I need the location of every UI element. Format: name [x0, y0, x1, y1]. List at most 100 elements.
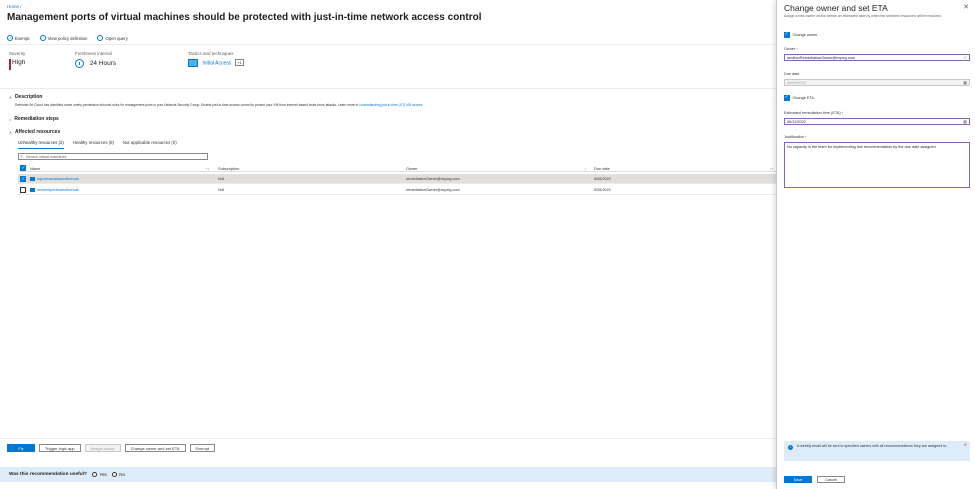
change-owner-eta-button[interactable]: Change owner and set ETA	[124, 444, 186, 452]
severity-value: High	[12, 59, 26, 66]
description-text: Defender for Cloud has identified some o…	[15, 103, 422, 107]
breadcrumb[interactable]: Home /	[7, 4, 22, 9]
tab-unhealthy[interactable]: Unhealthy resources (2)	[18, 140, 64, 149]
required-marker: *	[803, 135, 807, 139]
col-owner-header[interactable]: Owner	[406, 166, 417, 171]
row-subscription: N/A	[218, 176, 225, 181]
change-eta-checkbox[interactable]: Change ETA	[784, 94, 814, 101]
panel-actions: Save Cancel	[784, 476, 845, 483]
sort-icon[interactable]: ↑↓	[770, 166, 774, 171]
row-due-date: 5/26/2022	[594, 176, 611, 181]
required-marker: *	[840, 111, 844, 115]
row-due-date: 5/26/2022	[594, 187, 611, 192]
affected-section-header[interactable]: ∧ Affected resources	[9, 129, 60, 135]
col-subscription-header[interactable]: Subscription	[218, 166, 239, 171]
description-section-header[interactable]: ∧ Description	[9, 94, 42, 100]
checkbox-checked-icon	[784, 31, 790, 38]
calendar-icon[interactable]: ▦	[963, 119, 967, 124]
row-checkbox[interactable]	[20, 176, 26, 182]
feedback-no-label: No	[119, 472, 126, 477]
exempt-toolbar-button[interactable]: ✓ Exempt	[7, 35, 30, 41]
row-owner: remediationOwner@myorg.com	[406, 187, 460, 192]
sort-icon[interactable]: ↑↓	[206, 166, 210, 171]
row-subscription: N/A	[218, 187, 225, 192]
chevron-up-icon: ∧	[9, 94, 12, 100]
col-name-header[interactable]: Name	[30, 166, 40, 171]
due-date-value: 05/26/2022	[787, 81, 807, 85]
remediation-heading: Remediation steps	[14, 116, 59, 122]
table-row[interactable]: sqlvmtoavailsanothersub N/A remediationO…	[18, 174, 776, 184]
chevron-up-icon: ∧	[9, 129, 12, 135]
divider	[0, 88, 776, 89]
chevron-right-icon: >	[9, 116, 12, 122]
owner-label: Owner	[784, 47, 796, 51]
feedback-yes-radio[interactable]: Yes	[91, 471, 107, 478]
freshness-block: Freshness interval 24 Hours	[75, 51, 116, 68]
search-input[interactable]: ⌕ Search virtual machines	[18, 153, 208, 160]
vm-icon	[30, 187, 35, 192]
query-icon: ⌕	[97, 35, 104, 41]
row-name-link[interactable]: sqlvmtoavailsanothersub	[37, 177, 79, 181]
tactics-link[interactable]: Initial Access	[202, 60, 231, 66]
justification-textarea[interactable]: No capacity in the team for implementing…	[784, 142, 970, 188]
assign-owner-button[interactable]: Assign owner	[84, 444, 121, 452]
severity-block: Severity High	[9, 51, 25, 66]
due-date-label: Due date	[784, 72, 800, 76]
change-eta-label: Change ETA	[792, 95, 814, 100]
eta-value: 06/11/2022	[787, 120, 806, 124]
recommendation-page: Home / Management ports of virtual machi…	[0, 0, 776, 489]
row-checkbox[interactable]	[20, 187, 26, 193]
trigger-logic-app-button[interactable]: Trigger logic app	[39, 444, 81, 452]
view-policy-button[interactable]: ○ View policy definition	[39, 35, 88, 41]
affected-heading: Affected resources	[14, 129, 61, 135]
eta-label: Estimated remediation time (ETA)	[784, 111, 841, 115]
exempt-button[interactable]: Exempt	[189, 444, 216, 452]
exempt-toolbar-label: Exempt	[15, 35, 30, 41]
eta-field[interactable]: 06/11/2022 ▦	[784, 118, 970, 125]
tab-healthy[interactable]: Healthy resources (8)	[73, 140, 114, 149]
view-policy-label: View policy definition	[47, 35, 88, 41]
radio-icon	[91, 471, 98, 478]
exempt-icon: ✓	[7, 35, 13, 41]
radio-icon	[111, 471, 118, 478]
select-all-checkbox[interactable]	[20, 165, 26, 171]
feedback-question: Was this recommendation useful?	[9, 472, 87, 477]
more-options-icon[interactable]: ...	[389, 13, 396, 22]
calendar-icon: ▦	[963, 80, 967, 85]
row-name-link[interactable]: bevmimportinanothersub	[37, 188, 79, 192]
description-link[interactable]: Understanding just-in-time (JIT) VM acce…	[359, 103, 422, 107]
sort-down-icon[interactable]: ↓	[585, 166, 587, 171]
table-row[interactable]: bevmimportinanothersub N/A remediationOw…	[18, 185, 776, 195]
description-heading: Description	[14, 94, 43, 100]
checkbox-checked-icon	[784, 94, 790, 101]
save-button[interactable]: Save	[784, 476, 812, 483]
justification-value: No capacity in the team for implementing…	[787, 145, 936, 149]
panel-title: Change owner and set ETA	[784, 3, 888, 13]
close-icon[interactable]: ✕	[963, 3, 969, 11]
required-marker: *	[795, 47, 798, 51]
vm-icon	[30, 176, 35, 181]
owner-field[interactable]: anotherRemediationOwner@myorg.com ✓	[784, 54, 970, 61]
change-owner-panel: Change owner and set ETA ✕ Assign a new …	[776, 0, 975, 489]
fix-button[interactable]: Fix	[7, 444, 35, 452]
feedback-bar: Was this recommendation useful? Yes No	[0, 467, 776, 482]
col-due-date-header[interactable]: Due date	[594, 166, 610, 171]
description-body: Defender for Cloud has identified some o…	[15, 103, 359, 107]
policy-icon: ○	[39, 35, 46, 41]
cancel-button[interactable]: Cancel	[817, 476, 845, 483]
dismiss-icon[interactable]: ✕	[964, 442, 967, 447]
tactics-label: Tactics and techniques	[188, 51, 234, 56]
change-owner-checkbox[interactable]: Change owner	[784, 31, 818, 38]
tactics-more-badge[interactable]: +1	[234, 59, 245, 67]
tab-not-applicable[interactable]: Not applicable resources (0)	[123, 140, 177, 149]
change-owner-label: Change owner	[792, 32, 818, 37]
feedback-no-radio[interactable]: No	[111, 471, 126, 478]
severity-indicator	[9, 59, 11, 70]
freshness-value: 24 Hours	[89, 60, 117, 68]
remediation-section-header[interactable]: > Remediation steps	[9, 116, 59, 122]
open-query-button[interactable]: ⌕ Open query	[97, 35, 128, 41]
due-date-field: 05/26/2022 ▦	[784, 79, 970, 86]
info-text: A weekly email will be sent to specified…	[797, 444, 948, 448]
row-owner: remediationOwner@myorg.com	[406, 176, 460, 181]
justification-label: Justification	[784, 135, 804, 139]
